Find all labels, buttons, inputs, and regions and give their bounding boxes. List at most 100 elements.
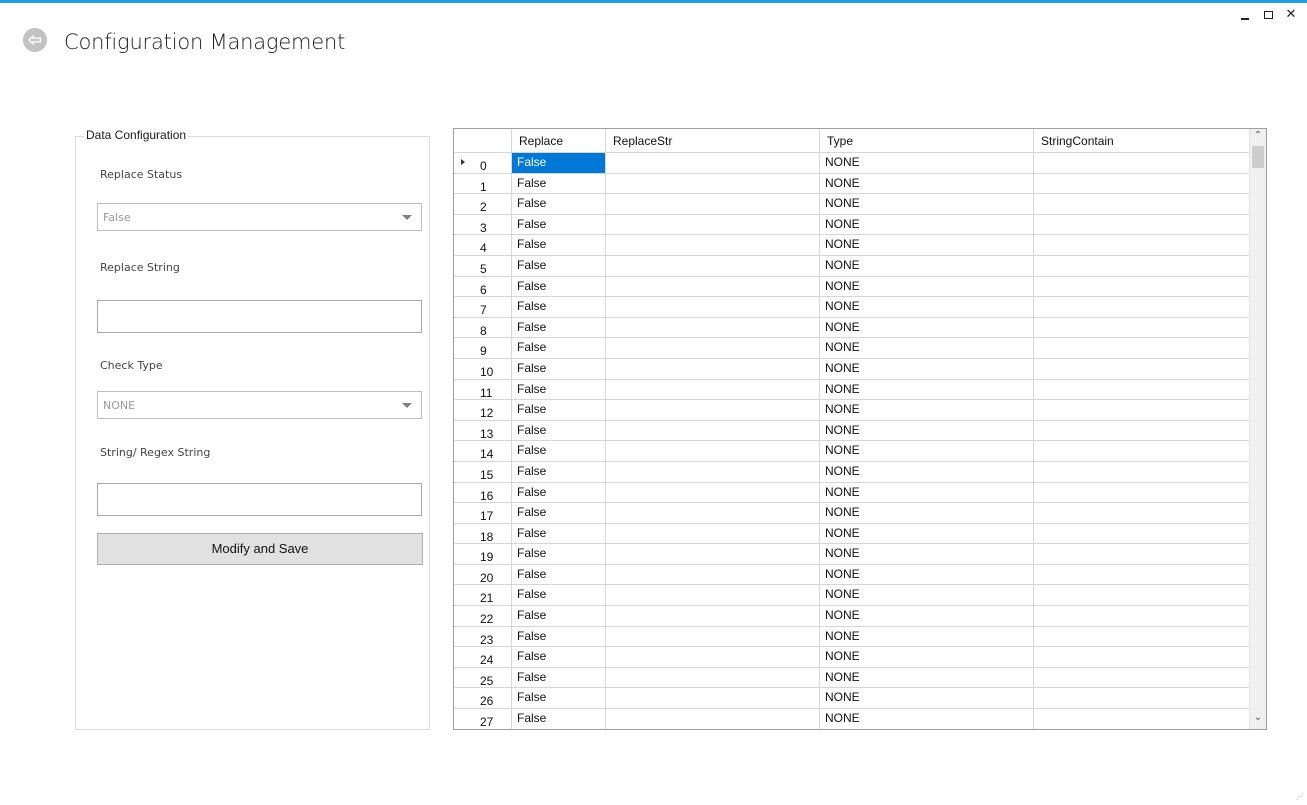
cell-type[interactable]: NONE bbox=[820, 153, 1034, 174]
cell-stringcontain[interactable] bbox=[1034, 338, 1250, 359]
cell-replace[interactable]: False bbox=[512, 585, 606, 607]
row-header[interactable]: 18 bbox=[454, 523, 512, 545]
row-header[interactable]: 9 bbox=[454, 338, 512, 359]
cell-type[interactable]: NONE bbox=[820, 461, 1034, 483]
cell-replace[interactable]: False bbox=[512, 688, 606, 710]
table-row[interactable]: 2 False NONE bbox=[454, 194, 1250, 215]
cell-type[interactable]: NONE bbox=[820, 338, 1034, 359]
cell-replacestr[interactable] bbox=[606, 358, 820, 380]
row-header[interactable]: 5 bbox=[454, 255, 512, 277]
cell-replace[interactable]: False bbox=[512, 441, 606, 462]
cell-stringcontain[interactable] bbox=[1034, 420, 1250, 442]
row-header[interactable]: 26 bbox=[454, 688, 512, 710]
cell-stringcontain[interactable] bbox=[1034, 647, 1250, 668]
row-header[interactable]: 1 bbox=[454, 173, 512, 195]
cell-type[interactable]: NONE bbox=[820, 688, 1034, 710]
cell-replace[interactable]: False bbox=[512, 214, 606, 236]
regex-string-input[interactable] bbox=[97, 483, 422, 516]
table-row[interactable]: 19 False NONE bbox=[454, 544, 1250, 565]
cell-replacestr[interactable] bbox=[606, 379, 820, 401]
maximize-icon[interactable] bbox=[1262, 9, 1274, 21]
cell-type[interactable]: NONE bbox=[820, 503, 1034, 524]
cell-stringcontain[interactable] bbox=[1034, 503, 1250, 524]
table-row[interactable]: 25 False NONE bbox=[454, 667, 1250, 689]
table-row[interactable]: 15 False NONE bbox=[454, 461, 1250, 483]
row-header[interactable]: 16 bbox=[454, 482, 512, 504]
row-header[interactable]: 10 bbox=[454, 358, 512, 380]
vertical-scrollbar[interactable]: ⌃ ⌄ bbox=[1249, 129, 1266, 729]
cell-type[interactable]: NONE bbox=[820, 482, 1034, 504]
cell-replace[interactable]: False bbox=[512, 358, 606, 380]
cell-replace[interactable]: False bbox=[512, 647, 606, 668]
cell-stringcontain[interactable] bbox=[1034, 214, 1250, 236]
cell-type[interactable]: NONE bbox=[820, 564, 1034, 586]
minimize-icon[interactable] bbox=[1239, 9, 1251, 21]
cell-stringcontain[interactable] bbox=[1034, 276, 1250, 298]
close-icon[interactable]: ✕ bbox=[1285, 8, 1297, 21]
cell-type[interactable]: NONE bbox=[820, 523, 1034, 545]
cell-type[interactable]: NONE bbox=[820, 255, 1034, 277]
cell-replace[interactable]: False bbox=[512, 317, 606, 339]
cell-replacestr[interactable] bbox=[606, 709, 820, 729]
cell-type[interactable]: NONE bbox=[820, 358, 1034, 380]
row-header[interactable]: 25 bbox=[454, 667, 512, 689]
cell-replace[interactable]: False bbox=[512, 544, 606, 565]
table-row[interactable]: 13 False NONE bbox=[454, 420, 1250, 442]
row-header[interactable]: 12 bbox=[454, 400, 512, 421]
row-header[interactable]: 17 bbox=[454, 503, 512, 524]
cell-stringcontain[interactable] bbox=[1034, 317, 1250, 339]
cell-replace[interactable]: False bbox=[512, 420, 606, 442]
cell-stringcontain[interactable] bbox=[1034, 173, 1250, 195]
table-row[interactable]: 5 False NONE bbox=[454, 255, 1250, 277]
cell-type[interactable]: NONE bbox=[820, 606, 1034, 627]
cell-stringcontain[interactable] bbox=[1034, 585, 1250, 607]
row-header[interactable]: 21 bbox=[454, 585, 512, 607]
table-row[interactable]: 8 False NONE bbox=[454, 317, 1250, 339]
cell-replacestr[interactable] bbox=[606, 317, 820, 339]
cell-replacestr[interactable] bbox=[606, 606, 820, 627]
cell-replacestr[interactable] bbox=[606, 461, 820, 483]
cell-stringcontain[interactable] bbox=[1034, 194, 1250, 215]
cell-type[interactable]: NONE bbox=[820, 441, 1034, 462]
cell-replacestr[interactable] bbox=[606, 338, 820, 359]
cell-replacestr[interactable] bbox=[606, 544, 820, 565]
row-header[interactable]: 27 bbox=[454, 709, 512, 729]
cell-stringcontain[interactable] bbox=[1034, 667, 1250, 689]
cell-type[interactable]: NONE bbox=[820, 709, 1034, 729]
column-header-stringcontain[interactable]: StringContain bbox=[1034, 129, 1250, 153]
cell-replace[interactable]: False bbox=[512, 626, 606, 648]
cell-replacestr[interactable] bbox=[606, 297, 820, 318]
table-row[interactable]: 17 False NONE bbox=[454, 503, 1250, 524]
cell-type[interactable]: NONE bbox=[820, 235, 1034, 256]
cell-replacestr[interactable] bbox=[606, 420, 820, 442]
cell-replace[interactable]: False bbox=[512, 338, 606, 359]
row-header[interactable]: 19 bbox=[454, 544, 512, 565]
cell-type[interactable]: NONE bbox=[820, 400, 1034, 421]
row-header[interactable]: 7 bbox=[454, 297, 512, 318]
cell-replacestr[interactable] bbox=[606, 214, 820, 236]
cell-type[interactable]: NONE bbox=[820, 173, 1034, 195]
back-button[interactable] bbox=[23, 28, 47, 52]
cell-replacestr[interactable] bbox=[606, 688, 820, 710]
cell-type[interactable]: NONE bbox=[820, 317, 1034, 339]
row-header[interactable]: 0 bbox=[454, 153, 512, 174]
cell-replace[interactable]: False bbox=[512, 235, 606, 256]
row-header[interactable]: 13 bbox=[454, 420, 512, 442]
cell-replacestr[interactable] bbox=[606, 647, 820, 668]
table-row[interactable]: 1 False NONE bbox=[454, 173, 1250, 195]
cell-replacestr[interactable] bbox=[606, 194, 820, 215]
table-row[interactable]: 26 False NONE bbox=[454, 688, 1250, 710]
cell-replacestr[interactable] bbox=[606, 564, 820, 586]
column-header-type[interactable]: Type bbox=[820, 129, 1034, 153]
scroll-up-icon[interactable]: ⌃ bbox=[1250, 130, 1266, 146]
row-header[interactable]: 15 bbox=[454, 461, 512, 483]
row-header[interactable]: 24 bbox=[454, 647, 512, 668]
cell-replacestr[interactable] bbox=[606, 173, 820, 195]
cell-replacestr[interactable] bbox=[606, 626, 820, 648]
configuration-grid[interactable]: Replace ReplaceStr Type StringContain 0 F… bbox=[453, 128, 1267, 730]
table-row[interactable]: 4 False NONE bbox=[454, 235, 1250, 256]
cell-replacestr[interactable] bbox=[606, 235, 820, 256]
table-row[interactable]: 20 False NONE bbox=[454, 564, 1250, 586]
cell-replacestr[interactable] bbox=[606, 441, 820, 462]
cell-stringcontain[interactable] bbox=[1034, 153, 1250, 174]
